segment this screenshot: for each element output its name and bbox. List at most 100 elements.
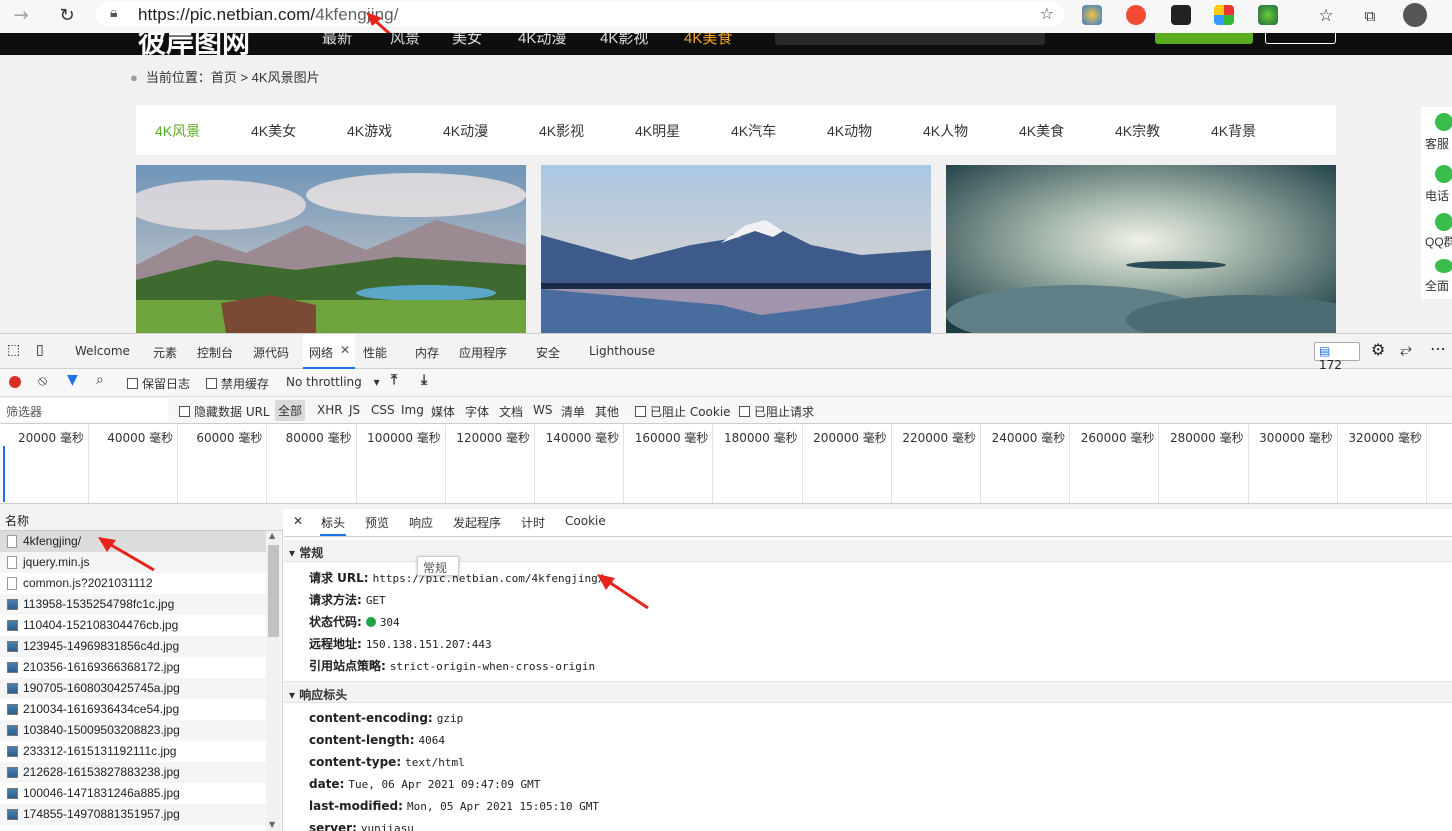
category-tab[interactable]: 4K动物 — [827, 121, 872, 141]
site-logo[interactable]: 彼岸图网 — [138, 33, 250, 55]
record-icon[interactable] — [9, 376, 21, 388]
customize-icon[interactable]: ⥂ — [1400, 340, 1412, 358]
scroll-up-icon[interactable]: ▲ — [269, 531, 275, 540]
response-headers-section-header[interactable]: ▾ 响应标头 — [284, 681, 1452, 703]
close-tab-icon[interactable]: ✕ — [340, 343, 350, 357]
extension-icon[interactable] — [1214, 5, 1234, 25]
filter-type-ws[interactable]: WS — [533, 403, 552, 417]
request-row[interactable]: jquery.min.js — [0, 552, 266, 573]
filter-type-all[interactable]: 全部 — [275, 400, 306, 421]
float-label[interactable]: 全面 — [1425, 277, 1449, 294]
preserve-log-checkbox[interactable]: 保留日志 — [127, 375, 190, 392]
tab-network-container[interactable]: 网络 ✕ — [303, 334, 355, 369]
tab-console[interactable]: 控制台 — [197, 344, 233, 361]
site-nav-item[interactable]: 风景 — [390, 33, 420, 48]
import-har-icon[interactable]: ⤒ — [391, 372, 397, 388]
request-list-header[interactable]: 名称 — [0, 509, 283, 531]
request-row[interactable]: 100046-1471831246a885.jpg — [0, 783, 266, 804]
wallpaper-thumbnail[interactable] — [136, 165, 526, 333]
scroll-thumb[interactable] — [268, 545, 279, 637]
export-har-icon[interactable]: ⤓ — [421, 372, 427, 388]
site-search-input[interactable] — [775, 33, 1045, 45]
category-tab[interactable]: 4K宗教 — [1115, 121, 1160, 141]
category-tab[interactable]: 4K美食 — [1019, 121, 1064, 141]
tab-headers[interactable]: 标头 — [321, 514, 345, 531]
filter-type-img[interactable]: Img — [401, 403, 424, 417]
filter-type-js[interactable]: JS — [349, 403, 360, 417]
request-row[interactable]: 233312-1615131192111c.jpg — [0, 741, 266, 762]
category-tab[interactable]: 4K汽车 — [731, 121, 776, 141]
request-row[interactable]: 123945-14969831856c4d.jpg — [0, 636, 266, 657]
site-nav-item[interactable]: 4K影视 — [600, 33, 648, 48]
request-row[interactable]: 210356-16169366368172.jpg — [0, 657, 266, 678]
filter-input[interactable]: 筛选器 — [0, 399, 168, 421]
site-register-button[interactable] — [1265, 33, 1336, 44]
category-tab[interactable]: 4K游戏 — [347, 121, 392, 141]
tab-initiator[interactable]: 发起程序 — [453, 514, 501, 531]
collections-icon[interactable]: ⧉ — [1357, 3, 1383, 29]
more-options-icon[interactable]: ⋯ — [1430, 339, 1446, 358]
site-nav-item[interactable]: 4K动漫 — [518, 33, 566, 48]
extension-icon[interactable] — [1171, 5, 1191, 25]
lock-icon[interactable]: 🔒︎ — [110, 5, 117, 21]
category-tab[interactable]: 4K人物 — [923, 121, 968, 141]
inspect-element-icon[interactable]: ⬚ — [7, 342, 20, 358]
tab-timing[interactable]: 计时 — [521, 514, 545, 531]
avatar[interactable] — [1403, 3, 1427, 27]
extension-icon[interactable] — [1258, 5, 1278, 25]
wechat-icon[interactable] — [1435, 259, 1452, 273]
category-tab[interactable]: 4K背景 — [1211, 121, 1256, 141]
tab-response[interactable]: 响应 — [409, 514, 433, 531]
float-label[interactable]: 客服 — [1425, 135, 1449, 152]
request-row[interactable]: 4kfengjing/ — [0, 531, 266, 552]
request-row[interactable]: 212628-16153827883238.jpg — [0, 762, 266, 783]
device-toolbar-icon[interactable]: ▯ — [36, 342, 44, 358]
blocked-requests-checkbox[interactable]: 已阻止请求 — [739, 403, 814, 420]
filter-type-media[interactable]: 媒体 — [431, 403, 455, 420]
request-row[interactable]: 113958-1535254798fc1c.jpg — [0, 594, 266, 615]
category-tab[interactable]: 4K影视 — [539, 121, 584, 141]
site-nav-item[interactable]: 最新 — [322, 33, 352, 48]
forward-icon[interactable]: → — [8, 3, 34, 29]
request-row[interactable]: 210034-1616936434ce54.jpg — [0, 699, 266, 720]
reload-icon[interactable]: ↻ — [54, 3, 80, 29]
settings-gear-icon[interactable]: ⚙ — [1371, 340, 1385, 359]
category-tab[interactable]: 4K美女 — [251, 121, 296, 141]
filter-icon[interactable]: ▼ — [67, 372, 78, 388]
tab-performance[interactable]: 性能 — [363, 344, 387, 361]
tab-network[interactable]: 网络 — [309, 344, 333, 361]
tab-elements[interactable]: 元素 — [153, 344, 177, 361]
clear-icon[interactable]: ⦸ — [38, 373, 47, 389]
service-icon[interactable] — [1435, 113, 1452, 131]
disable-cache-checkbox[interactable]: 禁用缓存 — [206, 375, 269, 392]
phone-icon[interactable] — [1435, 165, 1452, 183]
site-login-button[interactable] — [1155, 33, 1253, 44]
scroll-down-icon[interactable]: ▼ — [269, 820, 275, 829]
tab-cookies[interactable]: Cookie — [565, 514, 606, 528]
category-tab[interactable]: 4K动漫 — [443, 121, 488, 141]
category-tab[interactable]: 4K明星 — [635, 121, 680, 141]
float-label[interactable]: QQ群 — [1425, 233, 1452, 250]
request-row[interactable]: 110404-152108304476cb.jpg — [0, 615, 266, 636]
search-icon[interactable]: ⌕ — [96, 372, 104, 388]
filter-type-manifest[interactable]: 清单 — [561, 403, 585, 420]
close-detail-icon[interactable]: ✕ — [293, 514, 303, 528]
filter-type-doc[interactable]: 文档 — [499, 403, 523, 420]
filter-type-css[interactable]: CSS — [371, 403, 395, 417]
address-bar[interactable]: 🔒︎ https://pic.netbian.com/4kfengjing/ ☆ — [96, 1, 1064, 27]
tab-application[interactable]: 应用程序 — [459, 344, 507, 361]
tab-security[interactable]: 安全 — [536, 344, 560, 361]
hide-data-url-checkbox[interactable]: 隐藏数据 URL — [179, 403, 270, 420]
tab-sources[interactable]: 源代码 — [253, 344, 289, 361]
request-row[interactable]: 174855-14970881351957.jpg — [0, 804, 266, 825]
request-row[interactable]: 190705-1608030425745a.jpg — [0, 678, 266, 699]
blocked-cookies-checkbox[interactable]: 已阻止 Cookie — [635, 403, 731, 420]
tab-lighthouse[interactable]: Lighthouse — [589, 344, 655, 358]
favorite-add-icon[interactable]: ☆ — [1040, 4, 1054, 23]
throttling-select[interactable]: No throttling ▾ — [286, 375, 380, 389]
general-section-header[interactable]: ▾ 常规 — [284, 540, 1452, 562]
extension-icon[interactable] — [1126, 5, 1146, 25]
favorites-icon[interactable]: ☆ — [1313, 3, 1339, 29]
qq-icon[interactable] — [1435, 213, 1452, 231]
issues-badge[interactable]: ▤ 172 — [1314, 342, 1360, 372]
